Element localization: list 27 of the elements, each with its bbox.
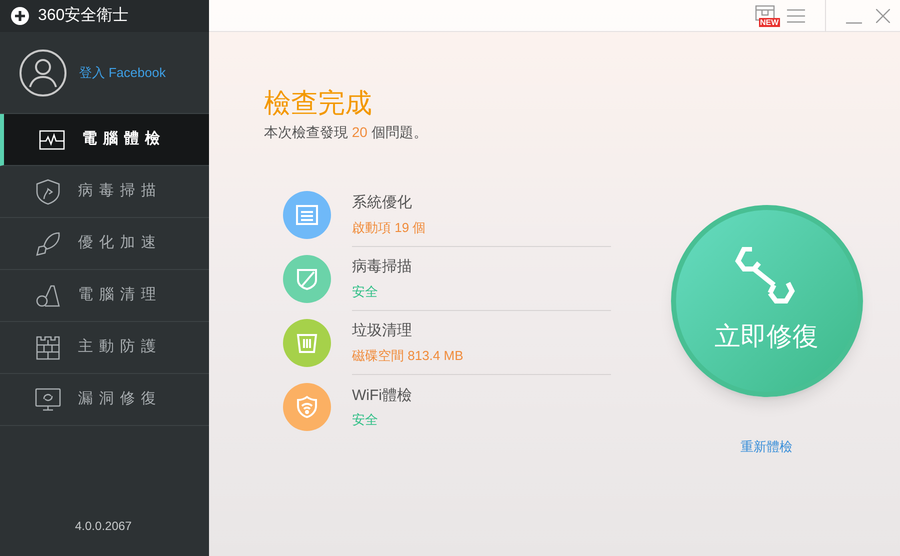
plus-circle-logo-icon bbox=[10, 6, 30, 26]
wifi-shield-icon bbox=[295, 395, 319, 419]
new-badge: NEW bbox=[759, 18, 780, 26]
skin-box-icon[interactable] bbox=[755, 4, 775, 20]
close-icon[interactable] bbox=[876, 8, 890, 22]
menu-icon[interactable] bbox=[787, 8, 805, 22]
scan-complete-title: 檢查完成 bbox=[264, 87, 373, 120]
sidebar-nav-item[interactable]: 電腦體檢 bbox=[0, 114, 209, 166]
check-result: 磁碟空間 813.4 MB bbox=[352, 346, 464, 364]
brick-wall-icon bbox=[35, 334, 61, 360]
check-result: 安全 bbox=[352, 411, 379, 429]
monitor-refresh-icon bbox=[35, 386, 61, 412]
check-result: 啟動項 19 個 bbox=[352, 218, 427, 236]
check-name: 病毒掃描 bbox=[352, 257, 413, 277]
avatar-icon[interactable] bbox=[19, 48, 67, 96]
scan-summary: 本次檢查發現 20 個問題。 bbox=[264, 123, 428, 142]
facebook-login-link[interactable]: 登入 Facebook bbox=[79, 62, 166, 82]
check-name: WiFi體檢 bbox=[352, 386, 413, 406]
trash-bin-icon bbox=[295, 331, 319, 355]
version-label: 4.0.0.2067 bbox=[74, 518, 133, 535]
rocket-icon bbox=[35, 230, 61, 256]
check-result: 安全 bbox=[352, 282, 379, 300]
document-lines-icon bbox=[295, 203, 319, 227]
check-name: 系統優化 bbox=[352, 193, 413, 213]
vacuum-cleaner-icon bbox=[35, 282, 61, 308]
app-title: 360安全衛士 bbox=[38, 6, 129, 26]
check-name: 垃圾清理 bbox=[352, 321, 413, 341]
